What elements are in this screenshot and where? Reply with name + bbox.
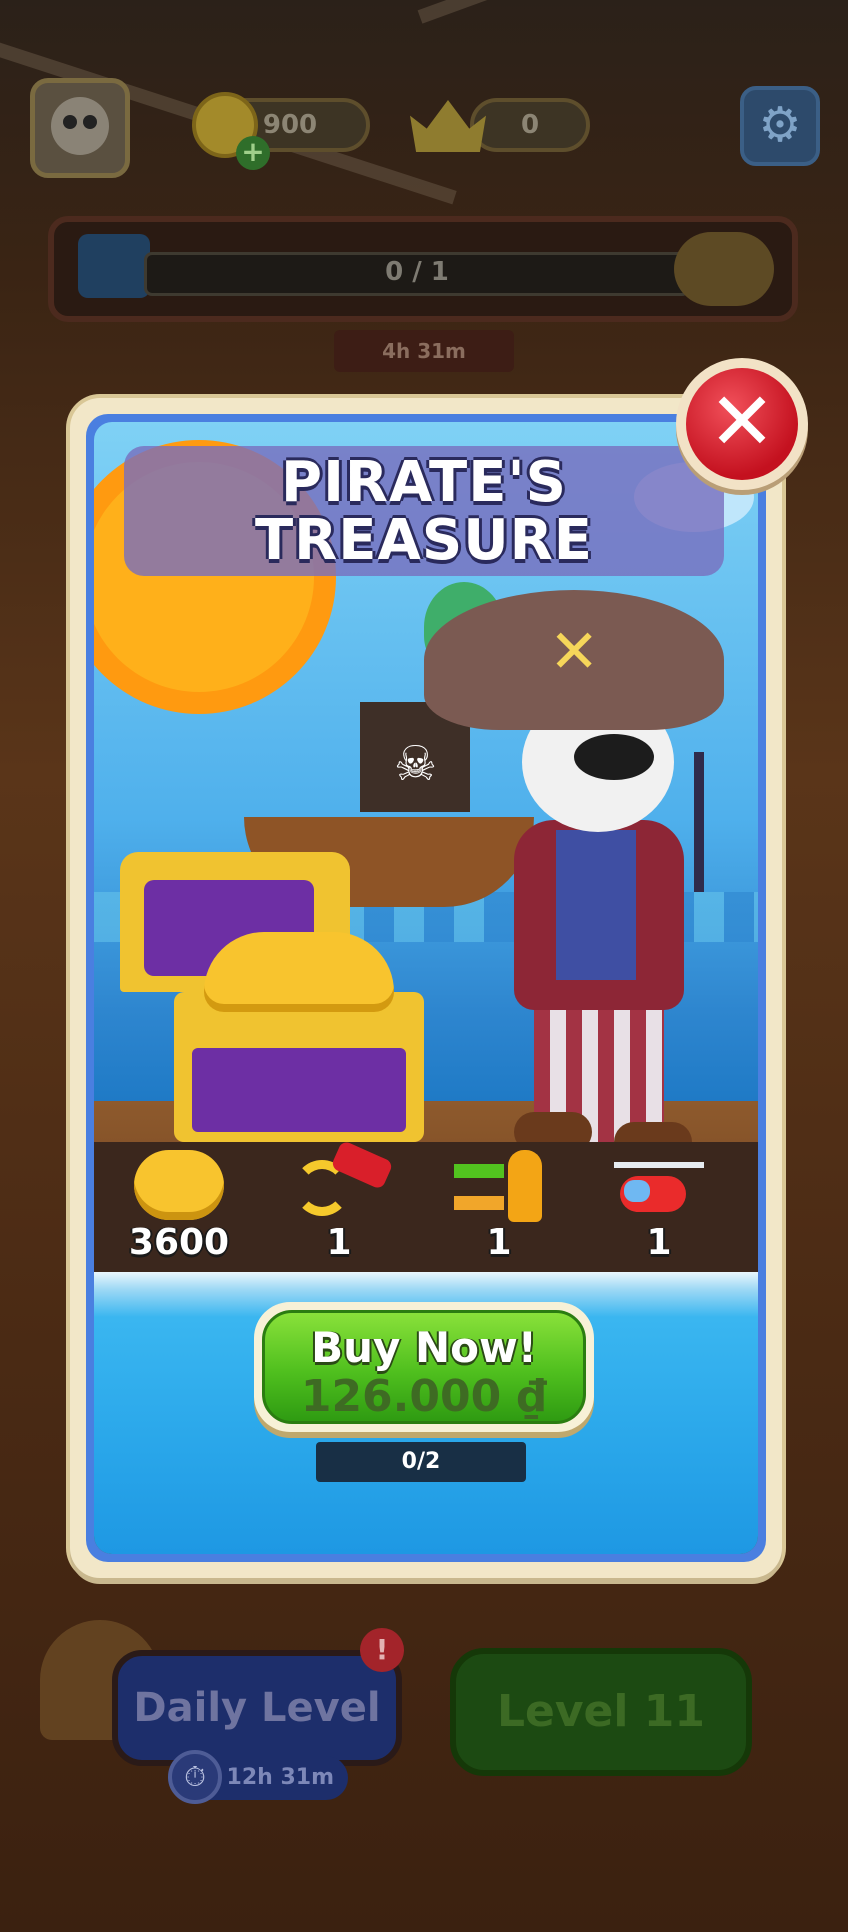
skull-flag-icon: ☠ — [394, 736, 438, 792]
reward-count: 1 — [646, 1222, 672, 1263]
swap-person-icon — [454, 1150, 544, 1222]
clock-icon: ⏱ — [168, 1750, 222, 1804]
rewards-strip: 3600 1 1 1 — [94, 1139, 758, 1272]
reward-count: 3600 — [128, 1222, 230, 1263]
coins-pile-icon — [134, 1150, 224, 1220]
reward-swap-car: 1 — [264, 1139, 414, 1272]
close-button[interactable]: ✕ — [676, 358, 808, 490]
purchase-count: 0/2 — [316, 1442, 526, 1482]
buy-now-button-face[interactable]: Buy Now! 126.000 ₫ — [262, 1310, 586, 1424]
alert-badge: ! — [360, 1628, 404, 1672]
level-label: Level 11 — [496, 1686, 706, 1737]
offer-title-line2: TREASURE — [254, 508, 594, 573]
offer-card-frame: ☠ ✕ PIRATE'S TREASURE 3600 1 1 1 Buy Now… — [86, 414, 766, 1562]
reward-count: 1 — [486, 1222, 512, 1263]
palm-tree — [694, 752, 704, 892]
gold-coins — [204, 932, 394, 1012]
reward-helicopter: 1 — [584, 1142, 734, 1272]
reward-swap-person: 1 — [424, 1142, 574, 1272]
reward-coins: 3600 — [104, 1142, 254, 1272]
daily-level-label: Daily Level — [133, 1685, 381, 1731]
hat-cross-icon: ✕ — [549, 617, 600, 687]
close-icon: ✕ — [686, 368, 798, 480]
swap-car-icon — [294, 1139, 394, 1220]
buy-now-label: Buy Now! — [311, 1323, 537, 1372]
buy-now-button[interactable]: Buy Now! 126.000 ₫ — [254, 1302, 594, 1432]
helicopter-icon — [614, 1150, 704, 1220]
chest-panel — [192, 1048, 406, 1132]
offer-card: ☠ ✕ PIRATE'S TREASURE 3600 1 1 1 Buy Now… — [70, 398, 782, 1578]
eyepatch — [574, 734, 654, 780]
offer-title-banner: PIRATE'S TREASURE — [124, 446, 724, 576]
reward-count: 1 — [326, 1222, 352, 1263]
daily-level-button[interactable]: Daily Level — [112, 1650, 402, 1766]
buy-now-price: 126.000 ₫ — [300, 1371, 548, 1422]
level-button[interactable]: Level 11 — [450, 1648, 752, 1776]
pirate-scene: ☠ ✕ PIRATE'S TREASURE 3600 1 1 1 Buy Now… — [94, 422, 758, 1554]
offer-title-line1: PIRATE'S — [281, 450, 567, 515]
pirate-shirt — [556, 830, 636, 980]
